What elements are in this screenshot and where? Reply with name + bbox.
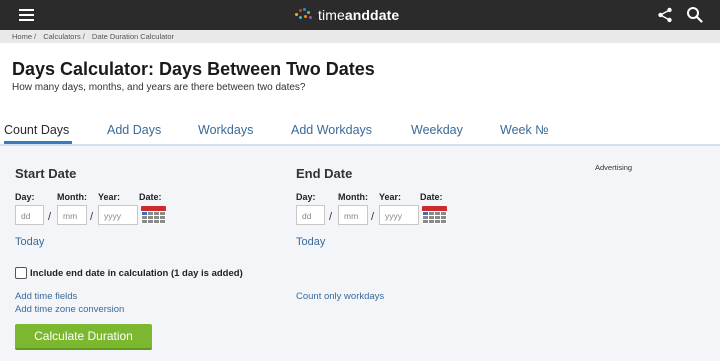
- add-time-fields-link[interactable]: Add time fields: [15, 291, 77, 302]
- start-year-input[interactable]: yyyy: [98, 205, 138, 225]
- end-separator: /: [329, 211, 333, 223]
- end-day-label: Day:: [296, 192, 316, 202]
- breadcrumb-calculators[interactable]: Calculators: [43, 32, 81, 41]
- start-day-input[interactable]: dd: [15, 205, 44, 225]
- hamburger-menu-icon[interactable]: [19, 9, 34, 21]
- share-icon[interactable]: [657, 7, 673, 23]
- include-end-date-label[interactable]: Include end date in calculation (1 day i…: [30, 268, 243, 279]
- calculator-tabs: Count Days Add Days Workdays Add Workday…: [0, 118, 720, 144]
- start-separator: /: [48, 211, 52, 223]
- search-icon[interactable]: [686, 6, 703, 23]
- start-month-input[interactable]: mm: [57, 205, 87, 225]
- tab-workdays[interactable]: Workdays: [198, 123, 253, 137]
- end-date-heading: End Date: [296, 166, 353, 181]
- page-subtitle: How many days, months, and years are the…: [12, 82, 306, 93]
- start-year-label: Year:: [98, 192, 121, 202]
- add-time-zone-link[interactable]: Add time zone conversion: [15, 304, 124, 315]
- breadcrumb-home[interactable]: Home: [12, 32, 32, 41]
- tab-weekday[interactable]: Weekday: [411, 123, 463, 137]
- calculate-duration-button[interactable]: Calculate Duration: [15, 324, 152, 350]
- tab-add-workdays[interactable]: Add Workdays: [291, 123, 372, 137]
- start-separator: /: [90, 211, 94, 223]
- advertising-label: Advertising: [595, 163, 633, 172]
- end-separator: /: [371, 211, 375, 223]
- breadcrumb-current[interactable]: Date Duration Calculator: [92, 32, 174, 41]
- tab-count-days[interactable]: Count Days: [4, 123, 69, 137]
- end-year-label: Year:: [379, 192, 402, 202]
- top-bar: timeanddate: [0, 0, 720, 30]
- end-calendar-icon[interactable]: [422, 206, 447, 230]
- start-month-label: Month:: [57, 192, 87, 202]
- start-today-link[interactable]: Today: [15, 236, 44, 248]
- breadcrumb: Home / Calculators / Date Duration Calcula…: [0, 30, 720, 43]
- end-month-label: Month:: [338, 192, 368, 202]
- logo-mark-icon: [295, 8, 315, 22]
- end-year-input[interactable]: yyyy: [379, 205, 419, 225]
- end-today-link[interactable]: Today: [296, 236, 325, 248]
- start-date-heading: Start Date: [15, 166, 77, 181]
- include-end-date-checkbox[interactable]: [15, 267, 27, 279]
- end-date-label: Date:: [420, 192, 443, 202]
- site-logo[interactable]: timeanddate: [295, 6, 399, 24]
- end-day-input[interactable]: dd: [296, 205, 325, 225]
- tab-add-days[interactable]: Add Days: [107, 123, 161, 137]
- tab-week-number[interactable]: Week №: [500, 123, 549, 137]
- start-date-label: Date:: [139, 192, 162, 202]
- count-workdays-link[interactable]: Count only workdays: [296, 291, 384, 302]
- start-day-label: Day:: [15, 192, 35, 202]
- page-title: Days Calculator: Days Between Two Dates: [12, 59, 375, 79]
- end-month-input[interactable]: mm: [338, 205, 368, 225]
- start-calendar-icon[interactable]: [141, 206, 166, 230]
- include-end-date-option: Include end date in calculation (1 day i…: [15, 267, 243, 279]
- logo-text: timeanddate: [318, 7, 400, 23]
